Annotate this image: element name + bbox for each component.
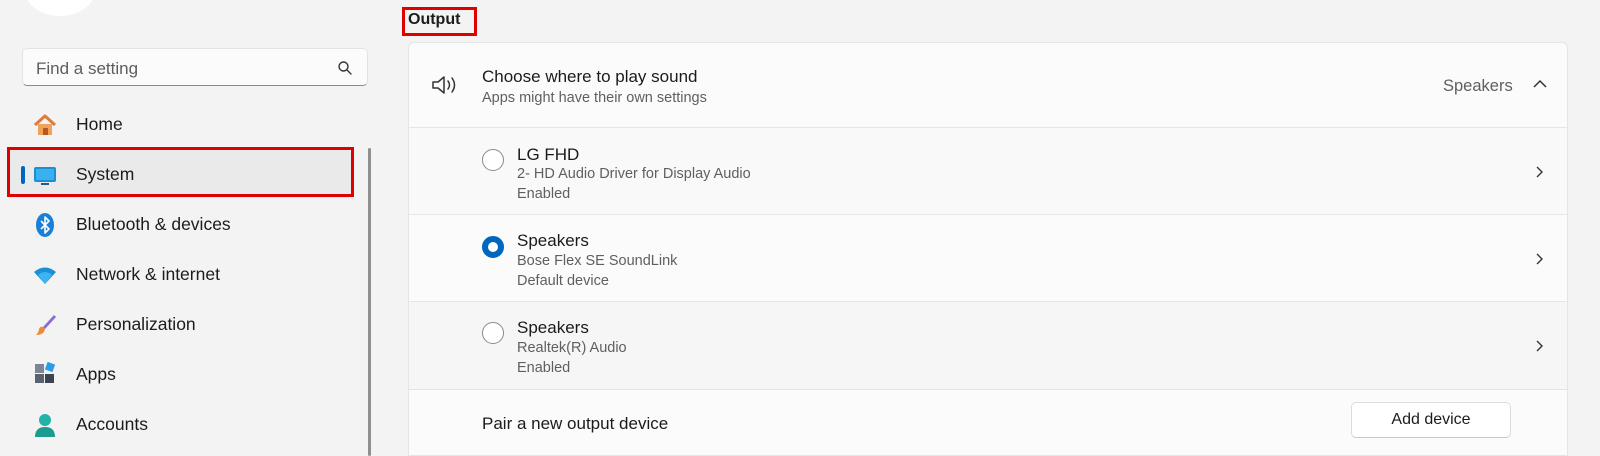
choose-output-card[interactable]: Choose where to play sound Apps might ha… bbox=[408, 42, 1568, 128]
sidebar-item-home[interactable]: Home bbox=[8, 100, 352, 148]
device-row[interactable]: Speakers Realtek(R) Audio Enabled bbox=[408, 302, 1568, 390]
sidebar-item-personalization[interactable]: Personalization bbox=[8, 300, 352, 348]
sidebar-item-bluetooth[interactable]: Bluetooth & devices bbox=[8, 200, 352, 248]
sidebar-item-label: Network & internet bbox=[76, 264, 220, 284]
pair-device-row: Pair a new output device Add device bbox=[408, 390, 1568, 456]
sidebar-item-label: Accounts bbox=[76, 414, 148, 434]
device-driver: Bose Flex SE SoundLink bbox=[517, 253, 678, 269]
search-input[interactable]: Find a setting bbox=[22, 48, 368, 86]
sidebar-item-label: Apps bbox=[76, 364, 116, 384]
avatar[interactable] bbox=[24, 0, 96, 16]
device-radio[interactable] bbox=[482, 149, 504, 171]
brush-icon bbox=[36, 315, 56, 335]
wifi-icon bbox=[34, 267, 56, 284]
device-status: Enabled bbox=[517, 186, 571, 202]
sidebar-item-label: Home bbox=[76, 114, 123, 134]
apps-icon bbox=[35, 362, 56, 383]
device-status: Enabled bbox=[517, 360, 571, 376]
choose-subtitle: Apps might have their own settings bbox=[482, 90, 707, 106]
sidebar-item-system[interactable]: System bbox=[8, 150, 352, 198]
device-driver: Realtek(R) Audio bbox=[517, 340, 627, 356]
device-name: LG FHD bbox=[517, 145, 580, 164]
device-row[interactable]: Speakers Bose Flex SE SoundLink Default … bbox=[408, 215, 1568, 302]
add-device-button[interactable]: Add device bbox=[1351, 402, 1511, 438]
pair-device-label: Pair a new output device bbox=[482, 414, 669, 433]
device-radio-selected[interactable] bbox=[482, 236, 504, 258]
sidebar-item-accounts[interactable]: Accounts bbox=[8, 400, 352, 448]
search-icon bbox=[338, 61, 352, 75]
device-row[interactable]: LG FHD 2- HD Audio Driver for Display Au… bbox=[408, 128, 1568, 215]
bluetooth-icon bbox=[36, 213, 54, 237]
device-radio[interactable] bbox=[482, 322, 504, 344]
chevron-right-icon[interactable] bbox=[1533, 253, 1545, 265]
device-driver: 2- HD Audio Driver for Display Audio bbox=[517, 166, 751, 182]
chevron-up-icon bbox=[1533, 79, 1547, 88]
person-icon bbox=[35, 414, 55, 437]
chevron-right-icon[interactable] bbox=[1533, 340, 1545, 352]
sidebar-scrollbar[interactable] bbox=[368, 148, 371, 456]
search-placeholder: Find a setting bbox=[36, 59, 139, 78]
device-name: Speakers bbox=[517, 231, 589, 250]
dropdown-value: Speakers bbox=[1443, 77, 1513, 95]
speaker-icon bbox=[432, 76, 456, 94]
section-title-output: Output bbox=[408, 11, 461, 28]
device-name: Speakers bbox=[517, 318, 589, 337]
device-status: Default device bbox=[517, 273, 609, 289]
chevron-right-icon[interactable] bbox=[1533, 166, 1545, 178]
sidebar-item-network[interactable]: Network & internet bbox=[8, 250, 352, 298]
choose-title: Choose where to play sound bbox=[482, 67, 698, 86]
sidebar-item-label: Personalization bbox=[76, 314, 196, 334]
system-icon bbox=[34, 167, 56, 185]
sidebar-item-label: Bluetooth & devices bbox=[76, 214, 231, 234]
sidebar-item-label: System bbox=[76, 164, 135, 184]
output-device-dropdown[interactable]: Speakers bbox=[1431, 65, 1559, 105]
home-icon bbox=[33, 114, 57, 135]
sidebar-item-apps[interactable]: Apps bbox=[8, 350, 352, 398]
